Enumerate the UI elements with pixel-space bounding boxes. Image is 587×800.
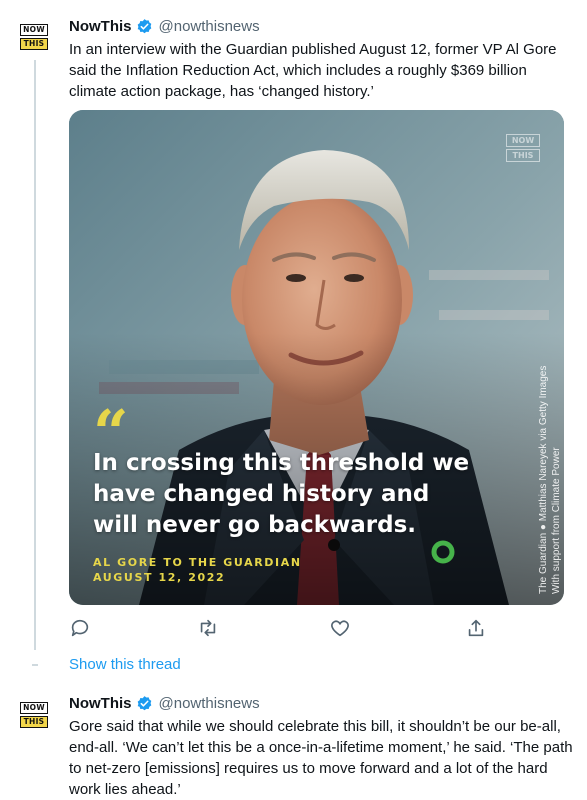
tweet-media[interactable]: NOW THIS “ In crossing this threshold we… <box>69 110 564 605</box>
avatar-logo-now: NOW <box>20 24 48 36</box>
verified-icon <box>137 696 151 711</box>
author-handle[interactable]: @nowthisnews <box>159 695 260 712</box>
author-handle[interactable]: @nowthisnews <box>159 18 260 35</box>
tweet-actions <box>69 617 489 639</box>
retweet-icon[interactable] <box>197 617 219 639</box>
thread-connector <box>32 664 38 666</box>
credit-line-2: With support from Climate Power <box>551 447 562 594</box>
share-icon[interactable] <box>465 617 487 639</box>
avatar-logo-this: THIS <box>19 38 49 50</box>
watermark-this: THIS <box>506 149 540 162</box>
avatar-logo-this: THIS <box>19 716 49 728</box>
like-icon[interactable] <box>329 617 351 639</box>
attribution-source: AL GORE TO THE GUARDIAN <box>93 556 302 569</box>
verified-icon <box>137 19 151 34</box>
quote-text: In crossing this threshold we have chang… <box>93 450 470 538</box>
tweet-header: NowThis @nowthisnews <box>69 18 260 35</box>
photo-credit: The Guardian ● Matthias Nareyek via Gett… <box>537 324 563 594</box>
attribution-date: AUGUST 12, 2022 <box>93 571 226 584</box>
quote-attribution: AL GORE TO THE GUARDIAN AUGUST 12, 2022 <box>93 555 302 585</box>
tweet-text: In an interview with the Guardian publis… <box>69 41 557 100</box>
author-name[interactable]: NowThis <box>69 695 132 712</box>
show-thread-link[interactable]: Show this thread <box>69 656 181 673</box>
credit-line-1: The Guardian ● Matthias Nareyek via Gett… <box>538 365 549 594</box>
quote-mark: “ <box>93 408 129 442</box>
watermark-now: NOW <box>506 134 540 147</box>
avatar[interactable]: NOW THIS <box>19 700 49 730</box>
reply-icon[interactable] <box>69 617 91 639</box>
avatar-logo-now: NOW <box>20 702 48 714</box>
nowthis-watermark: NOW THIS <box>506 134 540 162</box>
avatar[interactable]: NOW THIS <box>19 22 49 52</box>
tweet-header: NowThis @nowthisnews <box>69 695 260 712</box>
author-name[interactable]: NowThis <box>69 18 132 35</box>
tweet-text: Gore said that while we should celebrate… <box>69 718 573 798</box>
climate-power-logo-icon <box>431 540 455 564</box>
thread-line <box>34 60 36 650</box>
